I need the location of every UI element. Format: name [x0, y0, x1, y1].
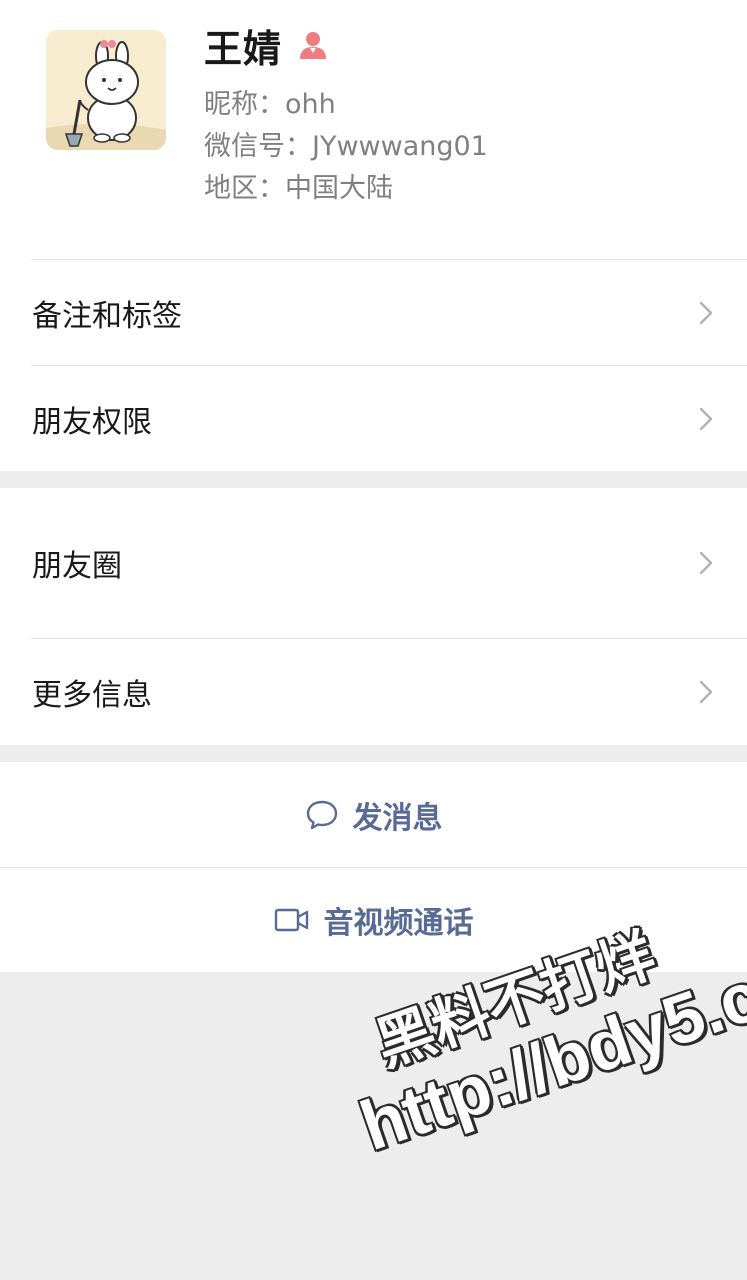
name-row: 王婧 [204, 20, 328, 71]
chat-bubble-icon [305, 799, 339, 831]
profile-name: 王婧 [204, 26, 283, 71]
region-label: 地区： [204, 173, 285, 204]
row-label: 朋友权限 [32, 404, 152, 440]
region-value: 中国大陆 [285, 173, 393, 204]
video-call-label: 音视频通话 [323, 905, 474, 941]
chevron-right-icon [698, 300, 714, 326]
menu-group-2: 朋友圈 更多信息 [0, 488, 747, 745]
profile-card: 王婧 昵称：ohh 微信号：JYwwwang01 地区：中国大陆 [0, 0, 747, 260]
moments-row[interactable]: 朋友圈 [0, 488, 747, 638]
wechat-id-value[interactable]: JYwwwang01 [312, 131, 488, 162]
row-label: 备注和标签 [32, 298, 182, 334]
video-call-icon [274, 907, 310, 933]
nickname-label: 昵称： [204, 89, 285, 120]
region-line: 地区：中国大陆 [204, 166, 393, 205]
menu-group-1: 备注和标签 朋友权限 [0, 260, 747, 471]
nickname-line: 昵称：ohh [204, 82, 336, 121]
chevron-right-icon [698, 550, 714, 576]
chevron-right-icon [698, 406, 714, 432]
send-message-label: 发消息 [352, 800, 443, 836]
wechat-id-label: 微信号： [204, 131, 312, 162]
row-label: 朋友圈 [32, 549, 122, 584]
female-gender-icon [298, 29, 328, 61]
more-info-row[interactable]: 更多信息 [0, 639, 747, 745]
remarks-tags-row[interactable]: 备注和标签 [0, 260, 747, 365]
nickname-value: ohh [285, 89, 336, 120]
friend-permissions-row[interactable]: 朋友权限 [0, 366, 747, 471]
wechat-id-line: 微信号：JYwwwang01 [204, 124, 488, 163]
chevron-right-icon [698, 679, 714, 705]
avatar[interactable] [46, 30, 166, 150]
row-label: 更多信息 [32, 678, 152, 713]
send-message-button[interactable]: 发消息 [0, 762, 747, 867]
